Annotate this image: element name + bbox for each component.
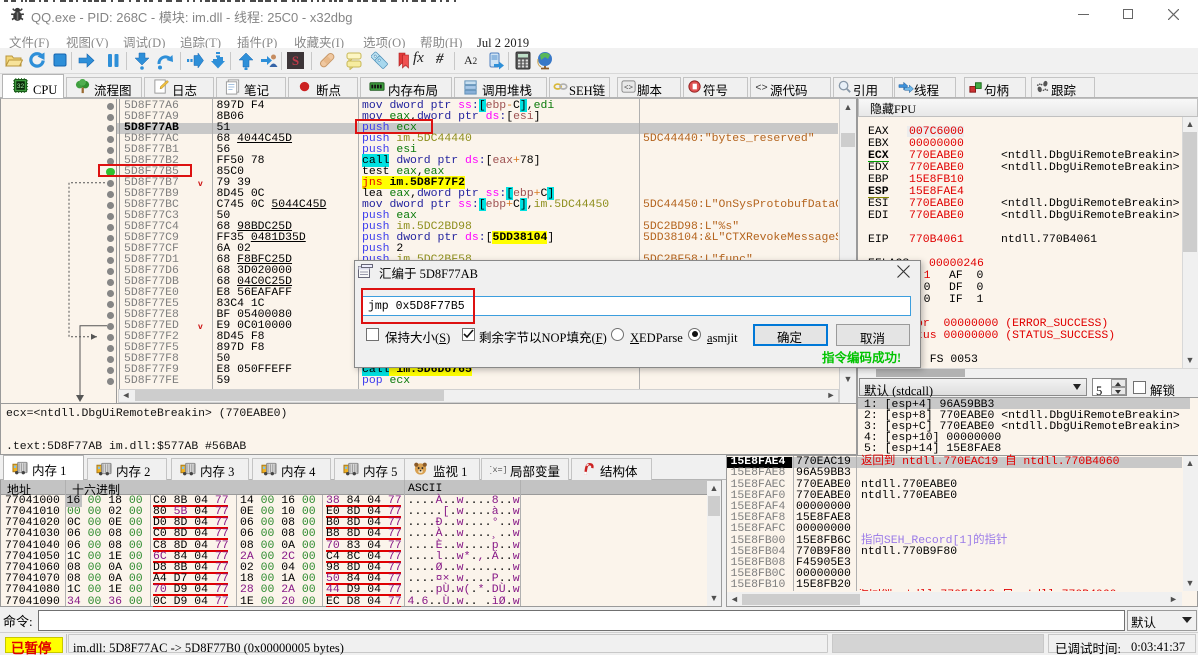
svg-text:S: S xyxy=(292,53,299,68)
svg-text:<>: <> xyxy=(624,84,634,92)
svg-text:[x=]: [x=] xyxy=(490,465,506,475)
svg-text:<>: <> xyxy=(755,82,767,94)
svg-text:32: 32 xyxy=(17,83,25,90)
